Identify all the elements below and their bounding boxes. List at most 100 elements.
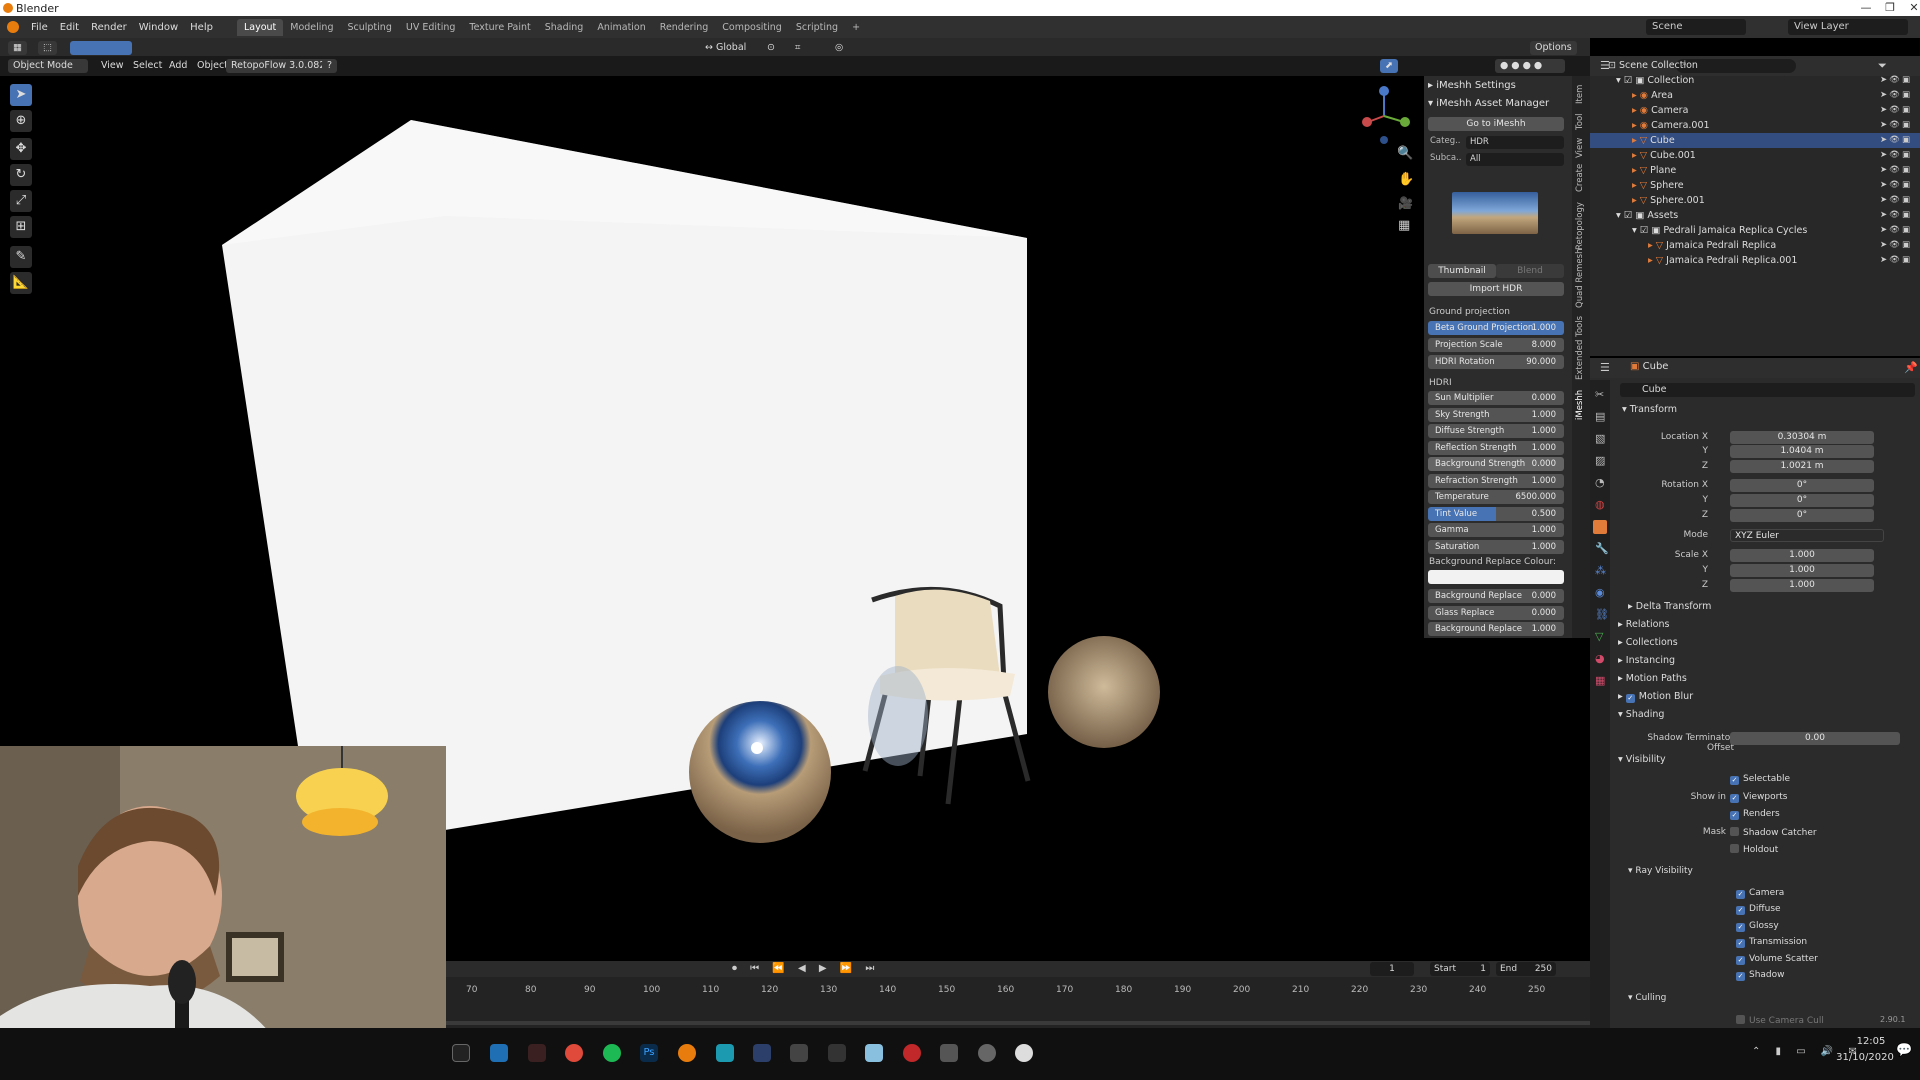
viewports-checkbox[interactable]: ✓ Viewports: [1730, 792, 1788, 803]
app-icon-3[interactable]: [716, 1044, 734, 1062]
app-icon-8[interactable]: [903, 1044, 921, 1062]
beta-ground-projection-field[interactable]: Beta Ground Projection 1.000: [1428, 321, 1564, 335]
blend-button[interactable]: Blend: [1496, 264, 1564, 278]
selection-mode-buttons[interactable]: [70, 41, 132, 55]
sky-strength-field[interactable]: Sky Strength 1.000: [1428, 408, 1564, 422]
app-icon-6[interactable]: [828, 1044, 846, 1062]
tab-imeshh[interactable]: iMeshh: [1575, 390, 1585, 420]
app-icon-10[interactable]: [978, 1044, 996, 1062]
blender-taskbar-icon[interactable]: [678, 1044, 696, 1062]
physics-tab-icon[interactable]: ◉: [1595, 586, 1605, 599]
select-box-icon[interactable]: ⬚: [38, 41, 57, 55]
menu-select[interactable]: Select: [128, 59, 167, 73]
tab-texture-paint[interactable]: Texture Paint: [462, 19, 537, 36]
ray-camera-checkbox[interactable]: ✓ Camera: [1736, 888, 1784, 899]
select-tool-icon[interactable]: ➤: [10, 84, 32, 106]
measure-tool-icon[interactable]: 📐: [10, 272, 32, 294]
tab-rendering[interactable]: Rendering: [653, 19, 716, 36]
motion-blur-section[interactable]: ▸ ✓ Motion Blur: [1618, 691, 1693, 703]
rotate-tool-icon[interactable]: ↻: [10, 164, 32, 186]
imeshh-settings-header[interactable]: ▸ iMeshh Settings: [1428, 78, 1568, 94]
transform-section[interactable]: ▾ Transform: [1622, 404, 1677, 415]
texture-tab-icon[interactable]: ▦: [1595, 674, 1605, 687]
view-layer-tab-icon[interactable]: ▨: [1595, 454, 1605, 467]
proportional-edit-icon[interactable]: ◎: [830, 41, 848, 55]
scale-tool-icon[interactable]: ⤢: [10, 190, 32, 212]
pan-hand-icon[interactable]: ✋: [1398, 172, 1414, 187]
motion-blur-checkbox[interactable]: ✓: [1625, 694, 1635, 703]
tab-retopology[interactable]: Retopology: [1575, 202, 1585, 250]
use-camera-cull-checkbox[interactable]: Use Camera Cull: [1736, 1015, 1824, 1026]
visibility-icons[interactable]: ➤👁▣: [1880, 223, 1912, 238]
visibility-icons[interactable]: ➤👁▣: [1880, 193, 1912, 208]
clock-time[interactable]: 12:05: [1840, 1036, 1902, 1047]
render-tab-icon[interactable]: ▤: [1595, 410, 1605, 423]
thumbnail-button[interactable]: Thumbnail: [1428, 264, 1496, 278]
shading-section[interactable]: ▾ Shading: [1618, 709, 1664, 720]
clock-date[interactable]: 31/10/2020: [1828, 1052, 1902, 1063]
tab-create[interactable]: Create: [1575, 164, 1585, 192]
renders-checkbox[interactable]: ✓ Renders: [1730, 809, 1780, 820]
tab-view[interactable]: View: [1575, 138, 1585, 158]
ray-glossy-checkbox[interactable]: ✓ Glossy: [1736, 921, 1779, 932]
tab-shading[interactable]: Shading: [538, 19, 591, 36]
ray-volume-scatter-checkbox[interactable]: ✓ Volume Scatter: [1736, 954, 1818, 965]
editor-type-icon[interactable]: ▦: [8, 41, 27, 55]
app-icon-2[interactable]: [528, 1044, 546, 1062]
visibility-icons[interactable]: ➤👁▣: [1880, 88, 1912, 103]
tab-compositing[interactable]: Compositing: [715, 19, 789, 36]
perspective-toggle-icon[interactable]: ▦: [1398, 218, 1410, 233]
tab-item[interactable]: Item: [1575, 85, 1585, 104]
motion-paths-section[interactable]: ▸ Motion Paths: [1618, 673, 1687, 684]
scale-x-field[interactable]: 1.000: [1730, 549, 1874, 562]
zoom-icon[interactable]: 🔍: [1397, 146, 1413, 161]
view-layer-selector[interactable]: View Layer: [1788, 19, 1908, 35]
diffuse-strength-field[interactable]: Diffuse Strength 1.000: [1428, 424, 1564, 438]
glass-replace-field[interactable]: Glass Replace 0.000: [1428, 606, 1564, 620]
app-icon-7[interactable]: [865, 1044, 883, 1062]
culling-section[interactable]: ▾ Culling: [1628, 993, 1666, 1003]
photoshop-icon[interactable]: Ps: [640, 1044, 658, 1062]
saturation-field[interactable]: Saturation 1.000: [1428, 540, 1564, 554]
outliner-row[interactable]: ▸ ▽ Jamaica Pedrali Replica ➤👁▣: [1590, 238, 1920, 253]
app-icon-11[interactable]: [1015, 1044, 1033, 1062]
menu-window[interactable]: Window: [133, 22, 184, 33]
menu-add[interactable]: Add: [164, 59, 192, 73]
shadow-catcher-checkbox[interactable]: Shadow Catcher: [1730, 827, 1817, 838]
data-tab-icon[interactable]: ▽: [1595, 630, 1603, 643]
transform-orientation[interactable]: ↔ Global: [700, 41, 751, 55]
visibility-icons[interactable]: ➤👁▣: [1880, 73, 1912, 88]
object-name-field[interactable]: Cube: [1620, 383, 1915, 397]
holdout-checkbox[interactable]: Holdout: [1730, 844, 1778, 855]
outliner-row[interactable]: ▸ ▽ Jamaica Pedrali Replica.001 ➤👁▣: [1590, 253, 1920, 268]
sun-multiplier-field[interactable]: Sun Multiplier 0.000: [1428, 391, 1564, 405]
bg-replace-colour-swatch[interactable]: [1428, 570, 1564, 584]
tab-animation[interactable]: Animation: [590, 19, 652, 36]
hdri-rotation-field[interactable]: HDRI Rotation 90.000: [1428, 355, 1564, 369]
temperature-field[interactable]: Temperature 6500.000: [1428, 490, 1564, 504]
material-tab-icon[interactable]: ◕: [1595, 652, 1605, 665]
constraints-tab-icon[interactable]: ⛓: [1595, 608, 1609, 621]
subcategory-select[interactable]: Subca.. All: [1428, 153, 1564, 166]
start-frame-field[interactable]: Start 1: [1430, 962, 1490, 976]
instancing-section[interactable]: ▸ Instancing: [1618, 655, 1675, 666]
scene-selector[interactable]: Scene: [1646, 19, 1746, 35]
modifier-tab-icon[interactable]: 🔧: [1595, 542, 1609, 555]
tab-sculpting[interactable]: Sculpting: [340, 19, 398, 36]
hdr-thumbnail[interactable]: [1452, 192, 1538, 234]
tab-quad-remesh[interactable]: Quad Remesh: [1575, 249, 1585, 308]
outliner-row[interactable]: ▸ ◉ Area ➤👁▣: [1590, 88, 1920, 103]
playback-controls[interactable]: ⏺ ⏮ ⏪ ◀ ▶ ⏩ ⏭: [732, 963, 879, 974]
location-x-field[interactable]: 0.30304 m: [1730, 431, 1874, 444]
asset-manager-header[interactable]: ▾ iMeshh Asset Manager: [1428, 96, 1568, 112]
pin-icon[interactable]: 📌: [1904, 361, 1918, 374]
tab-modeling[interactable]: Modeling: [283, 19, 340, 36]
notification-icon[interactable]: 💬: [1896, 1043, 1912, 1058]
outliner-row[interactable]: ▸ ◉ Camera ➤👁▣: [1590, 103, 1920, 118]
snap-icon[interactable]: ⌗: [790, 41, 805, 55]
visibility-icons[interactable]: ➤👁▣: [1880, 148, 1912, 163]
spotify-icon[interactable]: [603, 1044, 621, 1062]
tint-value-field[interactable]: Tint Value 0.500: [1428, 507, 1564, 521]
visibility-icons[interactable]: ➤👁▣: [1880, 208, 1912, 223]
app-icon-9[interactable]: [940, 1044, 958, 1062]
